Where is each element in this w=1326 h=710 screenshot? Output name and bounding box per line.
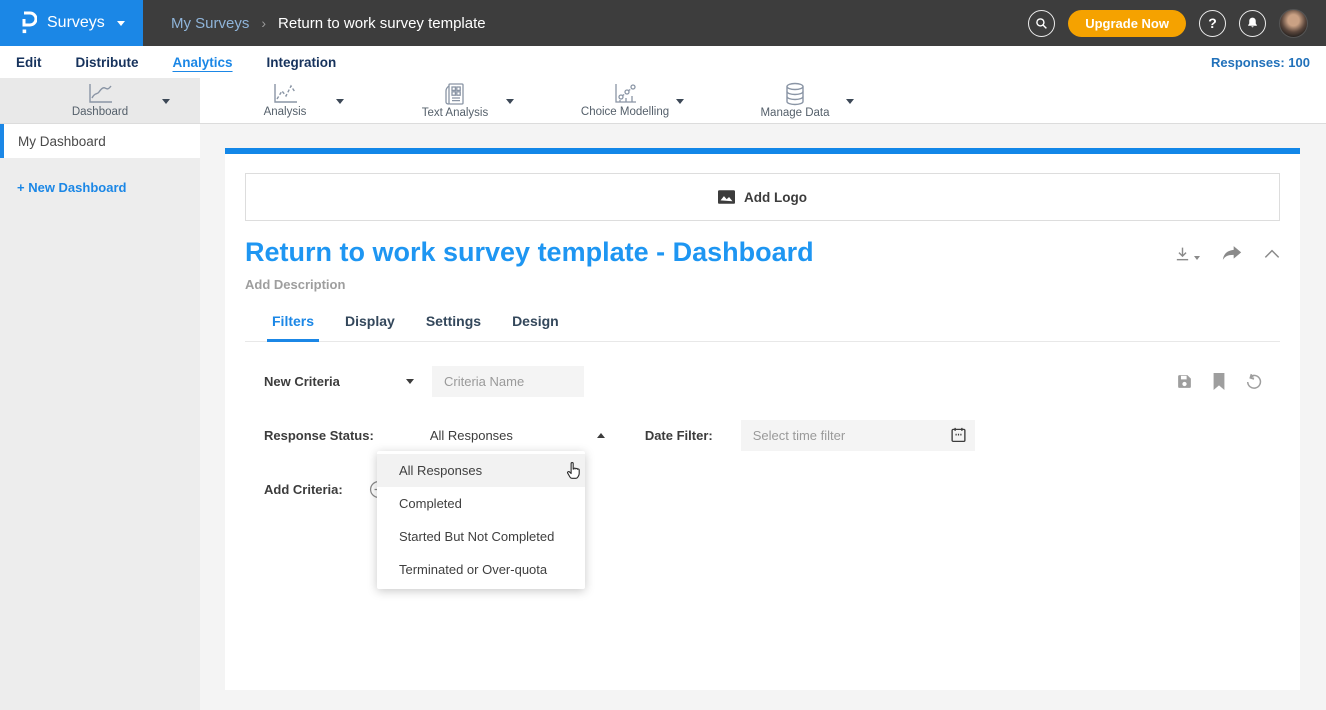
download-button[interactable] (1174, 245, 1200, 263)
breadcrumb-separator: › (261, 15, 266, 31)
responses-count[interactable]: Responses: 100 (1211, 55, 1310, 70)
questionpro-logo-icon (20, 11, 37, 35)
bell-icon (1246, 16, 1259, 30)
dashboard-caret-icon[interactable] (162, 99, 170, 104)
sidebar-item-my-dashboard[interactable]: My Dashboard (0, 124, 200, 158)
text-analysis-caret-icon[interactable] (506, 99, 514, 104)
top-header: Surveys My Surveys › Return to work surv… (0, 0, 1326, 46)
save-button[interactable] (1176, 373, 1193, 390)
survey-nav: Edit Distribute Analytics Integration Re… (0, 46, 1326, 78)
response-status-label: Response Status: (264, 428, 374, 443)
bookmark-icon (1212, 373, 1226, 390)
notifications-button[interactable] (1239, 10, 1266, 37)
add-logo-box[interactable]: Add Logo (245, 173, 1280, 221)
toolbar-analysis-label: Analysis (264, 106, 307, 118)
dashboard-actions (1174, 237, 1280, 263)
breadcrumb: My Surveys › Return to work survey templ… (171, 15, 486, 32)
analytics-toolbar: Dashboard Analysis Text Analysis Choice … (0, 78, 1326, 124)
dashboard-sidebar: My Dashboard + New Dashboard (0, 124, 200, 710)
nav-integration[interactable]: Integration (267, 55, 337, 70)
criteria-row: New Criteria (245, 366, 1280, 397)
page-body: My Dashboard + New Dashboard Add Logo Re… (0, 124, 1326, 710)
reset-button[interactable] (1245, 373, 1263, 391)
save-icon (1176, 373, 1193, 390)
user-avatar[interactable] (1279, 9, 1308, 38)
choice-modelling-icon (612, 83, 638, 105)
nav-distribute[interactable]: Distribute (76, 55, 139, 70)
search-button[interactable] (1028, 10, 1055, 37)
date-filter-field (741, 420, 975, 451)
tab-filters[interactable]: Filters (272, 313, 314, 341)
option-completed[interactable]: Completed (377, 487, 585, 520)
analysis-chart-icon (271, 83, 299, 105)
toolbar-choice-modelling-label: Choice Modelling (581, 106, 669, 118)
tab-display[interactable]: Display (345, 313, 395, 341)
help-button[interactable]: ? (1199, 10, 1226, 37)
app-logo-block[interactable]: Surveys (0, 0, 143, 46)
choice-modelling-caret-icon[interactable] (676, 99, 684, 104)
page-title[interactable]: Return to work survey template - Dashboa… (245, 237, 814, 268)
criteria-name-input[interactable] (432, 366, 584, 397)
manage-data-caret-icon[interactable] (846, 99, 854, 104)
tab-settings[interactable]: Settings (426, 313, 481, 341)
upgrade-now-button[interactable]: Upgrade Now (1068, 10, 1186, 37)
breadcrumb-my-surveys[interactable]: My Surveys (171, 15, 249, 32)
reset-icon (1245, 373, 1263, 391)
filter-row: Response Status: All Responses Date Filt… (245, 420, 1280, 451)
option-started-not-completed[interactable]: Started But Not Completed (377, 520, 585, 553)
image-icon (718, 190, 735, 204)
share-icon (1222, 246, 1242, 263)
response-status-select[interactable]: All Responses (430, 428, 605, 443)
option-terminated-overquota[interactable]: Terminated or Over-quota (377, 553, 585, 586)
header-actions: Upgrade Now ? (1028, 9, 1326, 38)
option-all-responses[interactable]: All Responses (377, 454, 585, 487)
tab-design[interactable]: Design (512, 313, 559, 341)
toolbar-dashboard-label: Dashboard (72, 106, 128, 118)
title-row: Return to work survey template - Dashboa… (245, 237, 1280, 268)
calendar-icon[interactable] (951, 427, 966, 448)
settings-tabs: Filters Display Settings Design (245, 313, 1280, 342)
bookmark-button[interactable] (1212, 373, 1226, 390)
survey-nav-items: Edit Distribute Analytics Integration (16, 55, 336, 70)
search-icon (1035, 17, 1048, 30)
toolbar-text-analysis[interactable]: Text Analysis (370, 78, 540, 123)
criteria-actions (1176, 373, 1280, 391)
dashboard-card: Add Logo Return to work survey template … (225, 148, 1300, 690)
product-label: Surveys (47, 14, 105, 32)
add-logo-label: Add Logo (744, 190, 807, 205)
collapse-button[interactable] (1264, 249, 1280, 259)
response-status-value: All Responses (430, 428, 513, 443)
add-criteria-label: Add Criteria: (264, 482, 343, 497)
text-analysis-icon (443, 82, 467, 106)
download-icon (1174, 245, 1191, 263)
download-caret-icon[interactable] (1194, 256, 1200, 260)
add-description[interactable]: Add Description (245, 277, 1280, 292)
toolbar-choice-modelling[interactable]: Choice Modelling (540, 78, 710, 123)
toolbar-dashboard[interactable]: Dashboard (0, 78, 200, 123)
dashboard-chart-icon (86, 83, 114, 105)
toolbar-manage-data[interactable]: Manage Data (710, 78, 880, 123)
response-status-caret-icon (597, 433, 605, 438)
date-filter-input[interactable] (741, 420, 975, 451)
product-caret-icon[interactable] (117, 21, 125, 26)
analysis-caret-icon[interactable] (336, 99, 344, 104)
database-icon (783, 82, 807, 106)
main-area: Add Logo Return to work survey template … (200, 124, 1326, 710)
criteria-type-select[interactable]: New Criteria (264, 374, 414, 389)
nav-analytics[interactable]: Analytics (173, 55, 233, 70)
date-filter-label: Date Filter: (645, 428, 713, 443)
toolbar-text-analysis-label: Text Analysis (422, 107, 488, 119)
nav-edit[interactable]: Edit (16, 55, 42, 70)
criteria-type-caret-icon (406, 379, 414, 384)
response-status-dropdown: All Responses Completed Started But Not … (377, 451, 585, 589)
new-dashboard-button[interactable]: + New Dashboard (17, 180, 200, 195)
criteria-type-value: New Criteria (264, 374, 340, 389)
share-button[interactable] (1222, 246, 1242, 263)
chevron-up-icon (1264, 249, 1280, 259)
breadcrumb-current: Return to work survey template (278, 15, 486, 32)
toolbar-analysis[interactable]: Analysis (200, 78, 370, 123)
toolbar-manage-data-label: Manage Data (760, 107, 829, 119)
